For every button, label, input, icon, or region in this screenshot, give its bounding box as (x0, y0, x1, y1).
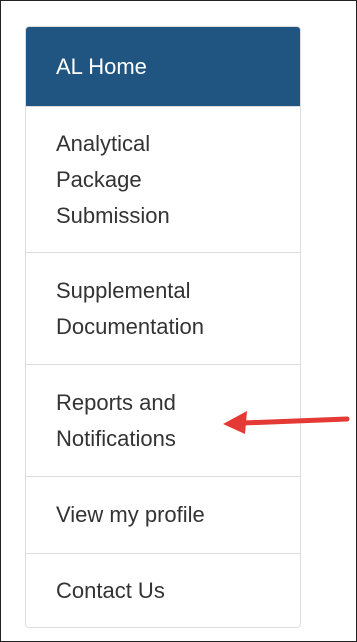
nav-item-contact-us[interactable]: Contact Us (26, 553, 300, 627)
sidebar-nav: AL Home Analytical Package Submission Su… (25, 26, 301, 628)
nav-item-label: Supplemental Documentation (56, 277, 204, 339)
nav-item-al-home[interactable]: AL Home (26, 27, 300, 106)
nav-item-label: View my profile (56, 502, 205, 527)
nav-item-label: Reports and Notifications (56, 389, 176, 451)
nav-item-label: Contact Us (56, 577, 165, 603)
nav-item-label: Analytical Package Submission (56, 130, 170, 228)
screenshot-frame: AL Home Analytical Package Submission Su… (0, 0, 357, 642)
annotation-arrow-icon (223, 411, 350, 434)
nav-item-analytical-package-submission[interactable]: Analytical Package Submission (26, 106, 300, 252)
nav-item-view-my-profile[interactable]: View my profile (26, 476, 300, 553)
nav-item-supplemental-documentation[interactable]: Supplemental Documentation (26, 252, 300, 364)
nav-item-label: AL Home (56, 53, 147, 79)
